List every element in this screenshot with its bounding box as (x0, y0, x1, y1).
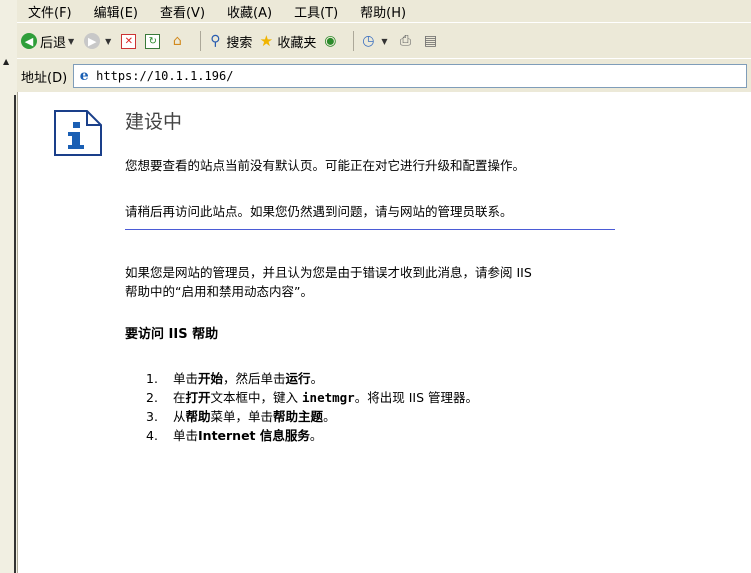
address-url[interactable]: https://10.1.1.196/ (96, 69, 233, 83)
back-label: 后退 (40, 35, 67, 51)
menu-tools[interactable]: 工具(T) (294, 2, 338, 21)
para3-line-1: 如果您是网站的管理员，并且认为您是由于错误才收到此消息，请参阅 IIS (125, 265, 532, 280)
step-number: 3. (146, 409, 158, 424)
favorites-button[interactable]: ★ 收藏夹 (258, 32, 317, 51)
back-button[interactable]: ◀ 后退 ▼ (21, 32, 78, 51)
address-label: 地址(D) (21, 70, 68, 86)
home-button[interactable]: ⌂ (169, 33, 188, 49)
menu-bar: 文件(F) 编辑(E) 查看(V) 收藏(A) 工具(T) 帮助(H) (17, 0, 751, 22)
history-button[interactable]: ◷ ▼ (360, 33, 391, 49)
menu-favorites[interactable]: 收藏(A) (227, 2, 272, 21)
page-content: 建设中 您想要查看的站点当前没有默认页。可能正在对它进行升级和配置操作。 请稍后… (18, 92, 751, 573)
step-text: 单击开始，然后单击运行。 (173, 371, 324, 386)
forward-button[interactable]: ▶ ▼ (84, 33, 115, 49)
frame-border (14, 95, 16, 573)
favorites-label: 收藏夹 (277, 35, 317, 51)
star-icon: ★ (259, 32, 274, 50)
list-item: 4. 单击Internet 信息服务。 (146, 426, 478, 445)
toolbar-separator (353, 31, 355, 51)
stop-icon: ✕ (121, 33, 137, 49)
refresh-icon: ↻ (145, 33, 161, 49)
chevron-down-icon[interactable]: ▼ (381, 37, 387, 46)
message-paragraph-1: 您想要查看的站点当前没有默认页。可能正在对它进行升级和配置操作。 (125, 158, 526, 173)
search-label: 搜索 (226, 35, 253, 51)
menu-view[interactable]: 查看(V) (160, 2, 205, 21)
media-button[interactable]: ◉ (322, 33, 341, 49)
printer-icon: ⎙ (399, 33, 412, 49)
media-icon: ◉ (324, 33, 337, 49)
chevron-down-icon[interactable]: ▼ (68, 37, 74, 46)
menu-file[interactable]: 文件(F) (28, 2, 72, 21)
menu-help[interactable]: 帮助(H) (360, 2, 406, 21)
home-icon: ⌂ (172, 33, 182, 49)
toolbar-separator (200, 31, 202, 51)
history-icon: ◷ (362, 33, 375, 49)
edit-page-icon: ▤ (423, 33, 438, 49)
message-paragraph-3: 如果您是网站的管理员，并且认为您是由于错误才收到此消息，请参阅 IIS 帮助中的… (125, 263, 625, 301)
menu-edit[interactable]: 编辑(E) (94, 2, 138, 21)
list-item: 2. 在打开文本框中，键入 inetmgr。将出现 IIS 管理器。 (146, 388, 478, 407)
print-button[interactable]: ⎙ (398, 33, 417, 49)
step-text: 从帮助菜单，单击帮助主题。 (173, 409, 336, 424)
edit-button[interactable]: ▤ (423, 33, 442, 49)
refresh-button[interactable]: ↻ (145, 33, 163, 49)
list-item: 3. 从帮助菜单，单击帮助主题。 (146, 407, 478, 426)
help-steps-list: 1. 单击开始，然后单击运行。 2. 在打开文本框中，键入 inetmgr。将出… (146, 369, 478, 445)
help-heading: 要访问 IIS 帮助 (125, 327, 219, 342)
back-arrow-icon: ◀ (21, 33, 37, 49)
left-frame-strip: ▲ (0, 0, 18, 573)
step-text: 单击Internet 信息服务。 (173, 428, 323, 443)
search-button[interactable]: ⚲ 搜索 (207, 32, 252, 51)
standard-toolbar: ◀ 后退 ▼ ▶ ▼ ✕ ↻ ⌂ ⚲ 搜索 ★ 收藏夹 ◉ ◷ ▼ ⎙ ▤ (17, 22, 751, 59)
info-icon (54, 110, 102, 156)
browser-chrome: 文件(F) 编辑(E) 查看(V) 收藏(A) 工具(T) 帮助(H) ◀ 后退… (17, 0, 751, 92)
list-item: 1. 单击开始，然后单击运行。 (146, 369, 478, 388)
message-paragraph-2: 请稍后再访问此站点。如果您仍然遇到问题，请与网站的管理员联系。 (125, 204, 513, 219)
step-text: 在打开文本框中，键入 inetmgr。将出现 IIS 管理器。 (173, 390, 478, 405)
address-input[interactable]: e https://10.1.1.196/ (73, 64, 747, 88)
collapse-arrow-icon[interactable]: ▲ (3, 57, 9, 66)
address-bar: 地址(D) e https://10.1.1.196/ (17, 58, 751, 93)
forward-arrow-icon: ▶ (84, 33, 101, 49)
step-number: 4. (146, 428, 158, 443)
step-number: 2. (146, 390, 158, 405)
para3-line-2: 帮助中的“启用和禁用动态内容”。 (125, 284, 313, 299)
step-number: 1. (146, 371, 158, 386)
stop-button[interactable]: ✕ (121, 33, 139, 49)
ie-page-icon: e (79, 68, 89, 84)
divider-line (125, 229, 615, 230)
search-icon: ⚲ (210, 33, 221, 49)
chevron-down-icon[interactable]: ▼ (105, 37, 111, 46)
page-title: 建设中 (125, 111, 183, 133)
